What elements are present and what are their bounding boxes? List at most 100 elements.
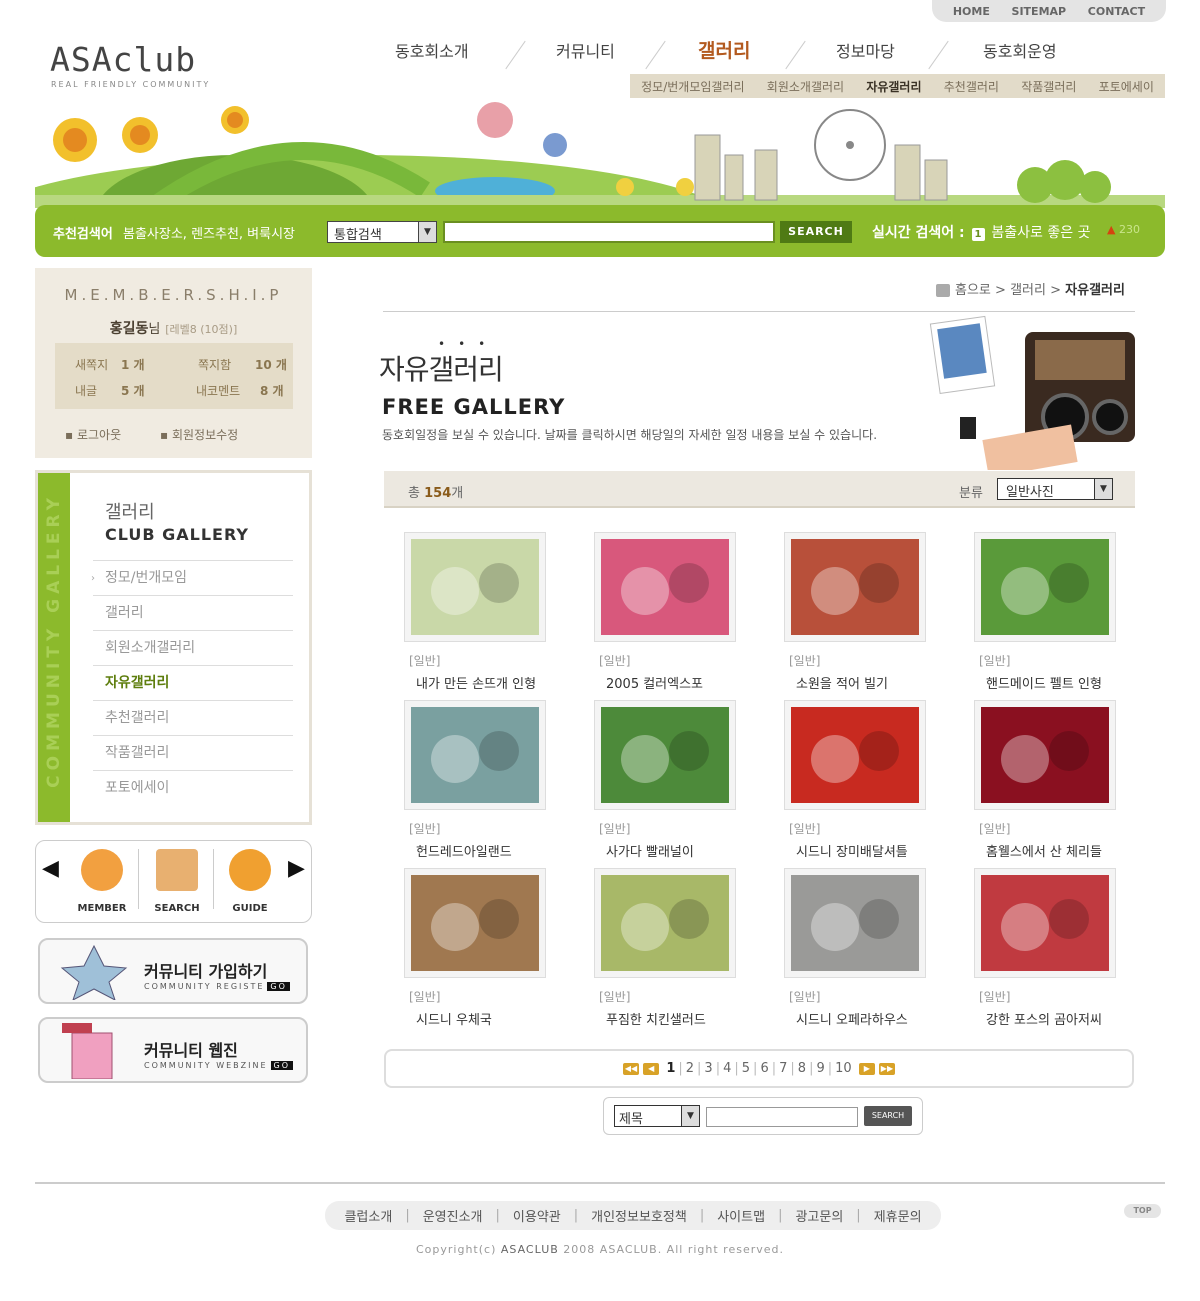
my-post-label[interactable]: 내글 xyxy=(75,382,97,399)
new-note-label[interactable]: 새쪽지 xyxy=(75,356,108,373)
gallery-title[interactable]: 푸짐한 치킨샐러드 xyxy=(606,1009,744,1028)
side-item-essay[interactable]: 포토에세이 xyxy=(93,770,293,805)
page-number[interactable]: 4 xyxy=(723,1061,731,1076)
gallery-title[interactable]: 시드니 장미배달셔틀 xyxy=(796,841,934,860)
gnb-item-gallery[interactable]: 갤러리 xyxy=(698,36,750,63)
gallery-title[interactable]: 2005 컬러엑스포 xyxy=(606,673,744,692)
page-number[interactable]: 1 xyxy=(666,1061,675,1076)
side-item-recommend[interactable]: 추천갤러리 xyxy=(93,700,293,735)
gallery-item[interactable]: [일반] 사가다 빨래널이 xyxy=(594,700,744,860)
gallery-thumbnail[interactable] xyxy=(594,868,736,978)
side-item-member[interactable]: 회원소개갤러리 xyxy=(93,630,293,665)
breadcrumb-mid[interactable]: 갤러리 xyxy=(1010,283,1046,298)
recommend-keywords[interactable]: 봄출사장소, 렌즈추천, 벼룩시장 xyxy=(123,223,295,242)
gallery-thumbnail[interactable] xyxy=(784,532,926,642)
gallery-item[interactable]: [일반] 시드니 우체국 xyxy=(404,868,554,1028)
home-icon[interactable] xyxy=(936,284,950,297)
gallery-thumbnail[interactable] xyxy=(974,532,1116,642)
side-item-meeting[interactable]: › 정모/번개모임 xyxy=(91,560,293,595)
page-number[interactable]: 7 xyxy=(779,1061,787,1076)
gallery-title[interactable]: 강한 포스의 곰아저씨 xyxy=(986,1009,1124,1028)
gnb-item-about[interactable]: 동호회소개 xyxy=(395,38,469,62)
gallery-thumbnail[interactable] xyxy=(404,868,546,978)
lnb-item-essay[interactable]: 포토에세이 xyxy=(1099,78,1154,95)
gnb-item-info[interactable]: 정보마당 xyxy=(836,38,895,62)
note-box-label[interactable]: 쪽지함 xyxy=(198,356,231,373)
gallery-item[interactable]: [일반] 강한 포스의 곰아저씨 xyxy=(974,868,1124,1028)
gallery-thumbnail[interactable] xyxy=(594,532,736,642)
search-type-select[interactable]: 통합검색 ▼ xyxy=(327,221,437,243)
next-page-icon[interactable]: ▶ xyxy=(858,1062,875,1075)
arrow-right-icon[interactable]: ▶ xyxy=(288,856,305,881)
lnb-item-works[interactable]: 작품갤러리 xyxy=(1021,78,1076,95)
quick-member[interactable]: MEMBER xyxy=(72,849,132,914)
search-input[interactable] xyxy=(443,221,775,243)
breadcrumb-home[interactable]: 홈으로 xyxy=(955,283,991,298)
page-number[interactable]: 10 xyxy=(835,1061,852,1076)
category-select[interactable]: 일반사진 ▼ xyxy=(997,478,1113,500)
webzine-banner[interactable]: 커뮤니티 웹진 COMMUNITY WEBZINE GO xyxy=(38,1017,308,1083)
gallery-title[interactable]: 홈웰스에서 산 체리들 xyxy=(986,841,1124,860)
page-number[interactable]: 3 xyxy=(704,1061,712,1076)
side-item-gallery[interactable]: 갤러리 xyxy=(93,595,293,630)
gallery-thumbnail[interactable] xyxy=(594,700,736,810)
lnb-item-meeting[interactable]: 정모/번개모임갤러리 xyxy=(641,78,744,95)
site-logo[interactable]: ASAclub xyxy=(50,40,196,79)
board-search-select[interactable]: 제목 ▼ xyxy=(614,1105,700,1127)
gallery-title[interactable]: 시드니 우체국 xyxy=(416,1009,554,1028)
quick-search[interactable]: SEARCH xyxy=(147,849,207,914)
footer-link[interactable]: 이용약관 xyxy=(513,1206,561,1225)
gallery-title[interactable]: 헌드레드아일랜드 xyxy=(416,841,554,860)
register-banner[interactable]: 커뮤니티 가입하기 COMMUNITY REGISTE GO xyxy=(38,938,308,1004)
page-number[interactable]: 6 xyxy=(760,1061,768,1076)
side-item-works[interactable]: 작품갤러리 xyxy=(93,735,293,770)
quick-guide[interactable]: GUIDE xyxy=(220,849,280,914)
lnb-item-free[interactable]: 자유갤러리 xyxy=(866,78,921,95)
gallery-item[interactable]: [일반] 헌드레드아일랜드 xyxy=(404,700,554,860)
footer-link[interactable]: 광고문의 xyxy=(795,1206,843,1225)
footer-link[interactable]: 클럽소개 xyxy=(344,1206,392,1225)
util-contact-link[interactable]: CONTACT xyxy=(1088,5,1145,18)
gallery-item[interactable]: [일반] 핸드메이드 펠트 인형 xyxy=(974,532,1124,692)
gallery-title[interactable]: 내가 만든 손뜨개 인형 xyxy=(416,673,554,692)
page-number[interactable]: 9 xyxy=(816,1061,824,1076)
arrow-left-icon[interactable]: ◀ xyxy=(42,856,59,881)
footer-link[interactable]: 사이트맵 xyxy=(717,1206,765,1225)
gallery-item[interactable]: [일반] 홈웰스에서 산 체리들 xyxy=(974,700,1124,860)
gallery-item[interactable]: [일반] 내가 만든 손뜨개 인형 xyxy=(404,532,554,692)
gallery-item[interactable]: [일반] 시드니 장미배달셔틀 xyxy=(784,700,934,860)
first-page-icon[interactable]: ◀◀ xyxy=(623,1062,640,1075)
side-item-free[interactable]: 자유갤러리 xyxy=(93,665,293,700)
footer-link[interactable]: 개인정보보호정책 xyxy=(591,1206,687,1225)
my-comment-label[interactable]: 내코멘트 xyxy=(196,382,240,399)
board-search-button[interactable]: SEARCH xyxy=(864,1106,912,1126)
gallery-item[interactable]: [일반] 푸짐한 치킨샐러드 xyxy=(594,868,744,1028)
gnb-item-operation[interactable]: 동호회운영 xyxy=(983,38,1057,62)
gallery-title[interactable]: 시드니 오페라하우스 xyxy=(796,1009,934,1028)
last-page-icon[interactable]: ▶▶ xyxy=(878,1062,895,1075)
gallery-title[interactable]: 사가다 빨래널이 xyxy=(606,841,744,860)
gnb-item-community[interactable]: 커뮤니티 xyxy=(556,38,615,62)
realtime-item[interactable]: 봄출사로 좋은 곳 xyxy=(991,225,1090,241)
page-number[interactable]: 2 xyxy=(686,1061,694,1076)
page-number[interactable]: 8 xyxy=(798,1061,806,1076)
search-button[interactable]: SEARCH xyxy=(780,221,852,243)
logout-link[interactable]: ▪ 로그아웃 xyxy=(65,426,121,443)
util-home-link[interactable]: HOME xyxy=(953,5,990,18)
gallery-thumbnail[interactable] xyxy=(404,532,546,642)
gallery-title[interactable]: 소원을 적어 빌기 xyxy=(796,673,934,692)
footer-link[interactable]: 제휴문의 xyxy=(874,1206,922,1225)
edit-profile-link[interactable]: ▪ 회원정보수정 xyxy=(160,426,238,443)
page-number[interactable]: 5 xyxy=(742,1061,750,1076)
lnb-item-member[interactable]: 회원소개갤러리 xyxy=(767,78,844,95)
gallery-thumbnail[interactable] xyxy=(974,868,1116,978)
top-button[interactable]: TOP xyxy=(1124,1204,1161,1218)
prev-page-icon[interactable]: ◀ xyxy=(643,1062,660,1075)
util-sitemap-link[interactable]: SITEMAP xyxy=(1012,5,1067,18)
gallery-title[interactable]: 핸드메이드 펠트 인형 xyxy=(986,673,1124,692)
gallery-item[interactable]: [일반] 시드니 오페라하우스 xyxy=(784,868,934,1028)
board-search-input[interactable] xyxy=(706,1107,858,1127)
gallery-item[interactable]: [일반] 2005 컬러엑스포 xyxy=(594,532,744,692)
gallery-thumbnail[interactable] xyxy=(784,868,926,978)
gallery-item[interactable]: [일반] 소원을 적어 빌기 xyxy=(784,532,934,692)
